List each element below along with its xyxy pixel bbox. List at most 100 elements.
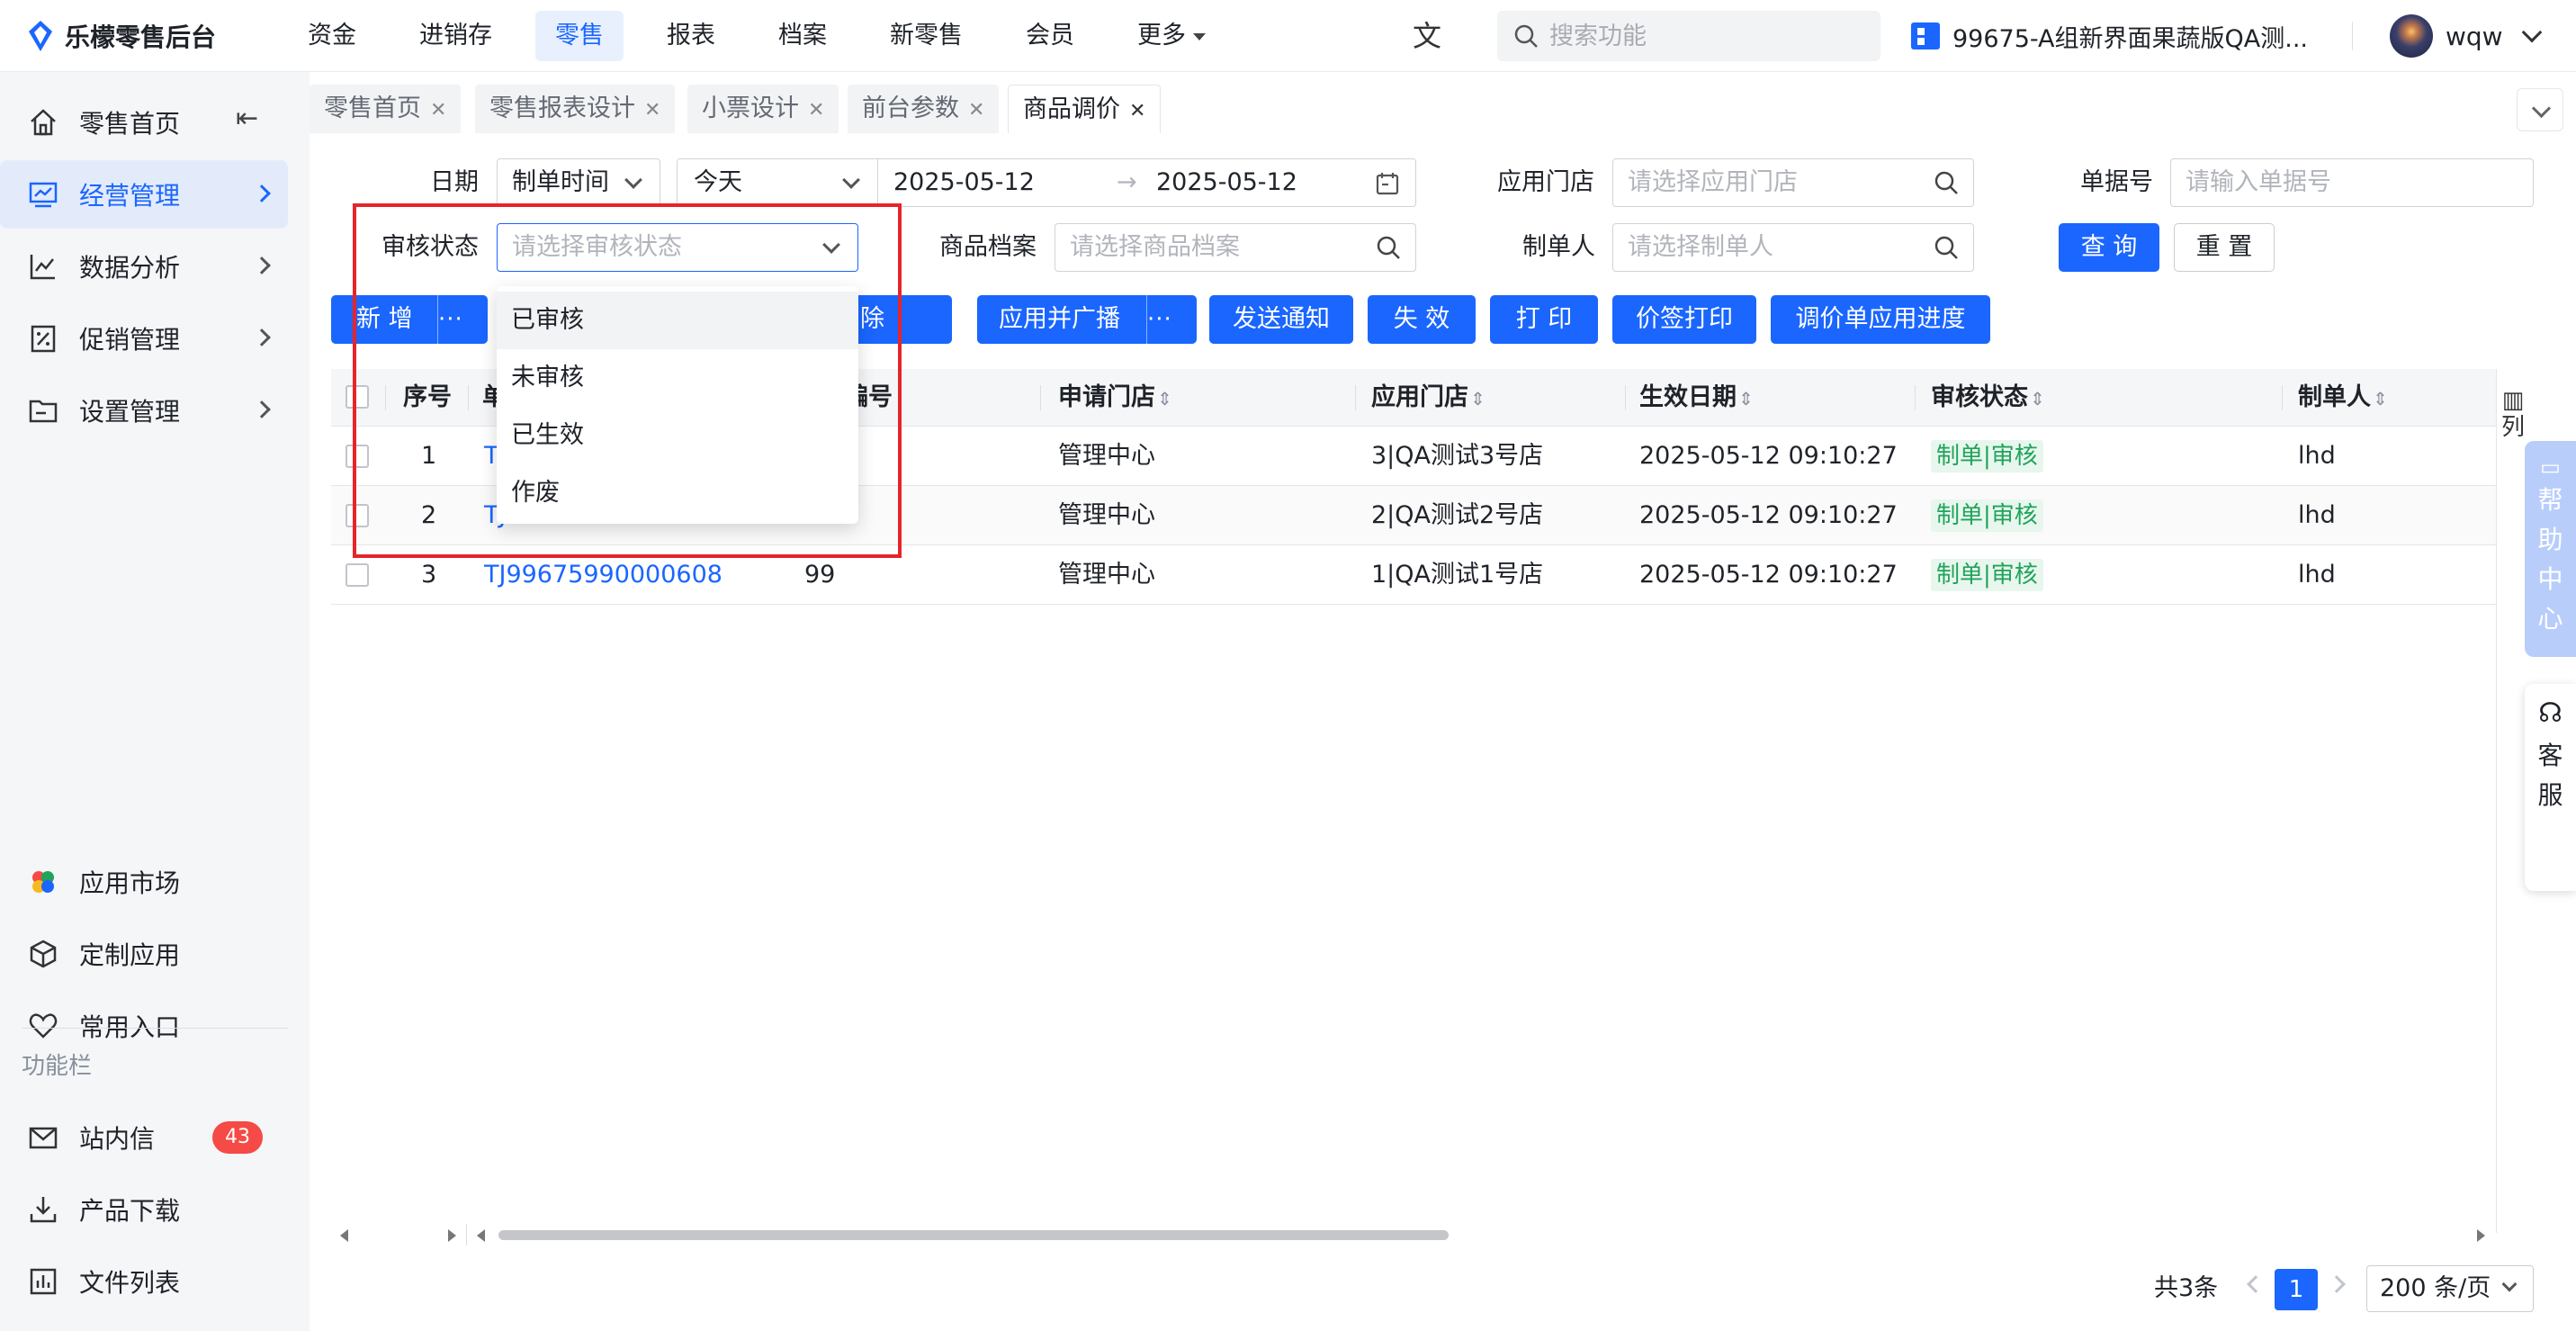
maker-select[interactable]: 请选择制单人 xyxy=(1612,223,1974,272)
option-audited[interactable]: 已审核 xyxy=(497,292,858,349)
col-effective-date[interactable]: 生效日期 ⇕ xyxy=(1639,369,1754,427)
option-void[interactable]: 作废 xyxy=(497,464,858,522)
option-unaudited[interactable]: 未审核 xyxy=(497,349,858,407)
date-start[interactable]: 2025-05-12 xyxy=(893,159,1035,206)
topnav-archives[interactable]: 档案 xyxy=(758,11,847,61)
scrollbar-thumb[interactable] xyxy=(498,1230,1449,1240)
option-effective[interactable]: 已生效 xyxy=(497,407,858,464)
tab-front-params[interactable]: 前台参数 ✕ xyxy=(848,85,1000,133)
cell-date: 2025-05-12 09:10:27 xyxy=(1639,501,1898,529)
sidebar-item-settings[interactable]: 设置管理 xyxy=(0,376,288,445)
horizontal-scrollbar[interactable] xyxy=(331,1224,2496,1246)
select-all-checkbox[interactable] xyxy=(346,385,369,409)
topnav-funds[interactable]: 资金 xyxy=(288,11,376,61)
scroll-right-icon[interactable] xyxy=(448,1229,456,1242)
audit-status-select[interactable]: 请选择审核状态 xyxy=(497,223,858,272)
sidebar-item-label: 经营管理 xyxy=(79,181,181,211)
search-icon xyxy=(1934,171,1958,194)
col-label: 生效日期 xyxy=(1639,383,1737,411)
cell-doc-no[interactable]: TJ99675990000608 xyxy=(484,545,723,605)
invalidate-button[interactable]: 失 效 xyxy=(1368,295,1476,344)
tab-report-design[interactable]: 零售报表设计 ✕ xyxy=(475,85,676,133)
close-icon[interactable]: ✕ xyxy=(1129,100,1145,122)
calendar-icon[interactable] xyxy=(1376,172,1399,195)
print-button[interactable]: 打 印 xyxy=(1490,295,1598,344)
page-size-select[interactable]: 200 条/页 xyxy=(2366,1265,2534,1312)
sidebar-item-download[interactable]: 产品下载 xyxy=(0,1175,288,1244)
sidebar-item-app-market[interactable]: 应用市场 xyxy=(0,848,288,916)
folder-icon xyxy=(25,392,61,428)
sidebar-item-inbox[interactable]: 站内信 43 xyxy=(0,1103,288,1172)
chevron-right-icon xyxy=(253,256,271,274)
col-store[interactable]: 应用门店 ⇕ xyxy=(1371,369,1485,427)
apply-store-select[interactable]: 请选择应用门店 xyxy=(1612,158,1974,207)
send-notice-button[interactable]: 发送通知 xyxy=(1209,295,1353,344)
topnav-member[interactable]: 会员 xyxy=(1006,11,1094,61)
sidebar-item-operations[interactable]: 经营管理 xyxy=(0,160,288,229)
sidebar-item-custom-app[interactable]: 定制应用 xyxy=(0,920,288,988)
date-type-select[interactable]: 制单时间 xyxy=(497,158,660,207)
tab-price-adjust[interactable]: 商品调价 ✕ xyxy=(1008,85,1162,133)
scroll-left-icon[interactable] xyxy=(477,1229,485,1242)
apply-broadcast-button[interactable]: 应用并广播 ··· xyxy=(977,295,1197,344)
divider xyxy=(2282,385,2283,410)
sidebar-item-label: 文件列表 xyxy=(79,1268,181,1298)
apply-progress-button[interactable]: 调价单应用进度 xyxy=(1771,295,1990,344)
line-chart-icon xyxy=(25,248,61,284)
chat-icon: ▭ xyxy=(2540,454,2561,480)
col-audit-status[interactable]: 审核状态 ⇕ xyxy=(1931,369,2045,427)
help-center-button[interactable]: ▭ 帮助中心 xyxy=(2525,441,2576,657)
audit-status-dropdown: 已审核 未审核 已生效 作废 xyxy=(497,286,858,524)
topnav-inventory[interactable]: 进销存 xyxy=(399,11,512,61)
column-settings[interactable]: ▥ 列 xyxy=(2496,387,2530,452)
close-icon[interactable]: ✕ xyxy=(430,99,446,121)
close-icon[interactable]: ✕ xyxy=(968,99,984,121)
sidebar-item-data-analysis[interactable]: 数据分析 xyxy=(0,232,288,301)
tab-receipt-design[interactable]: 小票设计 ✕ xyxy=(687,85,839,133)
collapse-sidebar-icon[interactable]: ⇤ xyxy=(236,103,258,134)
row-checkbox[interactable] xyxy=(346,504,369,527)
org-switcher[interactable]: 99675-A组新界面果蔬版QA测... xyxy=(1911,16,2308,56)
close-icon[interactable]: ✕ xyxy=(644,99,660,121)
date-range-picker[interactable]: 今天 2025-05-12 → 2025-05-12 xyxy=(677,158,1416,207)
user-menu[interactable]: wqw xyxy=(2390,13,2542,59)
topnav-more[interactable]: 更多 xyxy=(1117,11,1225,61)
row-checkbox[interactable] xyxy=(346,563,369,587)
app-logo[interactable]: 乐檬零售后台 xyxy=(25,16,216,56)
scroll-left-icon[interactable] xyxy=(340,1229,348,1242)
close-icon[interactable]: ✕ xyxy=(808,99,824,121)
query-button[interactable]: 查 询 xyxy=(2059,223,2159,272)
function-search-input[interactable] xyxy=(1549,22,1873,50)
more-icon[interactable]: ··· xyxy=(437,295,488,344)
doc-no-placeholder: 请输入单据号 xyxy=(2186,168,2331,196)
col-apply-store[interactable]: 申请门店 ⇕ xyxy=(1058,369,1172,427)
more-icon[interactable]: ··· xyxy=(1146,295,1197,344)
table-row[interactable]: 3 TJ99675990000608 99 管理中心 1|QA测试1号店 202… xyxy=(331,545,2496,605)
function-search[interactable] xyxy=(1497,11,1880,61)
date-end[interactable]: 2025-05-12 xyxy=(1156,159,1297,206)
page-current[interactable]: 1 xyxy=(2275,1269,2318,1310)
topnav-reports[interactable]: 报表 xyxy=(647,11,735,61)
date-range-preset[interactable]: 今天 xyxy=(694,159,742,206)
add-button[interactable]: 新 增 ··· xyxy=(331,295,488,344)
label-print-button[interactable]: 价签打印 xyxy=(1612,295,1756,344)
row-checkbox[interactable] xyxy=(346,445,369,468)
next-page-icon[interactable] xyxy=(2328,1275,2346,1293)
topnav-retail[interactable]: 零售 xyxy=(535,11,624,61)
doc-no-input[interactable]: 请输入单据号 xyxy=(2170,158,2534,207)
sidebar-item-label: 数据分析 xyxy=(79,253,181,283)
goods-select[interactable]: 请选择商品档案 xyxy=(1055,223,1416,272)
scroll-right-icon[interactable] xyxy=(2477,1229,2485,1242)
col-maker[interactable]: 制单人 ⇕ xyxy=(2298,369,2388,427)
headset-icon: ☊ xyxy=(2538,697,2563,729)
customer-service-button[interactable]: ☊ 客服 xyxy=(2525,684,2576,891)
tabs-menu-button[interactable] xyxy=(2517,88,2563,131)
tab-retail-home[interactable]: 零售首页 ✕ xyxy=(310,85,462,133)
reset-button[interactable]: 重 置 xyxy=(2174,223,2275,272)
translate-icon[interactable]: 文 xyxy=(1407,16,1447,56)
sidebar-item-promotion[interactable]: 促销管理 xyxy=(0,304,288,373)
sidebar-item-file-list[interactable]: 文件列表 xyxy=(0,1247,288,1316)
prev-page-icon[interactable] xyxy=(2247,1275,2265,1293)
cell-apply-store: 管理中心 xyxy=(1058,501,1155,529)
topnav-new-retail[interactable]: 新零售 xyxy=(870,11,983,61)
